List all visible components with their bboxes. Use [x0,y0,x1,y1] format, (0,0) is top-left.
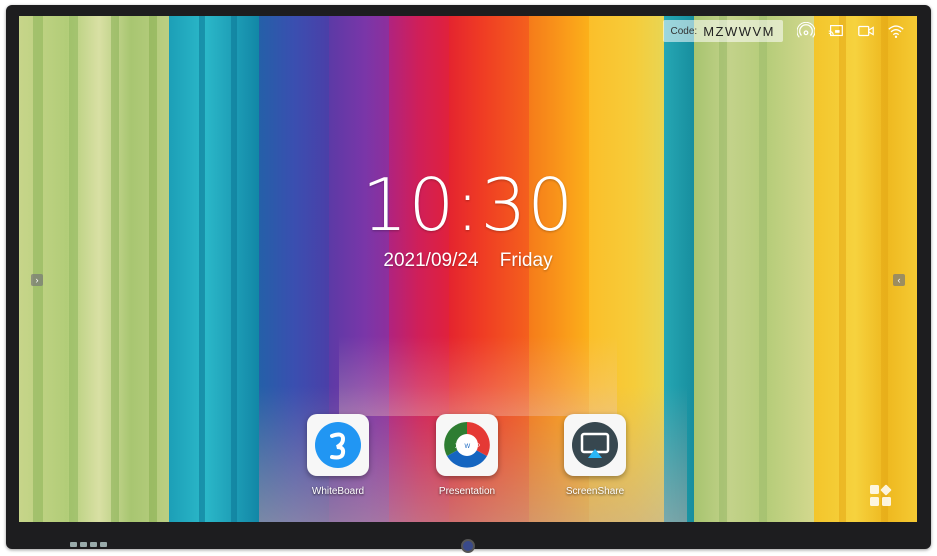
svg-text:P: P [476,444,480,450]
screenshare-icon [572,422,618,468]
clock-time: 10:30 [361,163,575,247]
clock-date: 2021/09/24 [383,250,479,271]
app-tile[interactable] [564,414,626,476]
app-label: Presentation [438,486,496,497]
left-drawer-arrow[interactable]: › [31,274,43,286]
front-button[interactable] [70,542,77,547]
app-label: WhiteBoard [311,486,365,497]
app-grid-icon[interactable] [869,484,893,508]
front-panel-buttons [70,542,107,547]
app-presentation[interactable]: X W P Presentation [422,414,512,497]
power-indicator [461,539,475,553]
svg-text:X: X [455,444,459,450]
clock-weekday: Friday [499,250,553,271]
home-screen: Code: MZWWVM 10:30 2021/09/24 Friday › ‹… [19,16,917,522]
front-button[interactable] [80,542,87,547]
connection-code: Code: MZWWVM [662,20,783,42]
clock-date-row: 2021/09/24 Friday [19,250,917,272]
wifi-icon[interactable] [887,22,905,40]
code-value: MZWWVM [703,23,775,39]
code-label: Code: [670,25,698,37]
screen-mirror-icon[interactable] [827,22,845,40]
app-tile[interactable] [307,414,369,476]
presentation-icon: X W P [444,422,490,468]
app-label: ScreenShare [565,486,625,497]
status-bar: Code: MZWWVM [662,18,918,44]
hotspot-icon[interactable] [797,22,815,40]
svg-text:W: W [465,444,471,450]
app-screenshare[interactable]: ScreenShare [550,414,640,497]
front-button[interactable] [100,542,107,547]
right-drawer-arrow[interactable]: ‹ [893,274,905,286]
status-icons [797,22,905,40]
camera-icon[interactable] [857,22,875,40]
app-tile[interactable]: X W P [436,414,498,476]
app-whiteboard[interactable]: WhiteBoard [293,414,383,497]
front-button[interactable] [90,542,97,547]
whiteboard-icon [315,422,361,468]
